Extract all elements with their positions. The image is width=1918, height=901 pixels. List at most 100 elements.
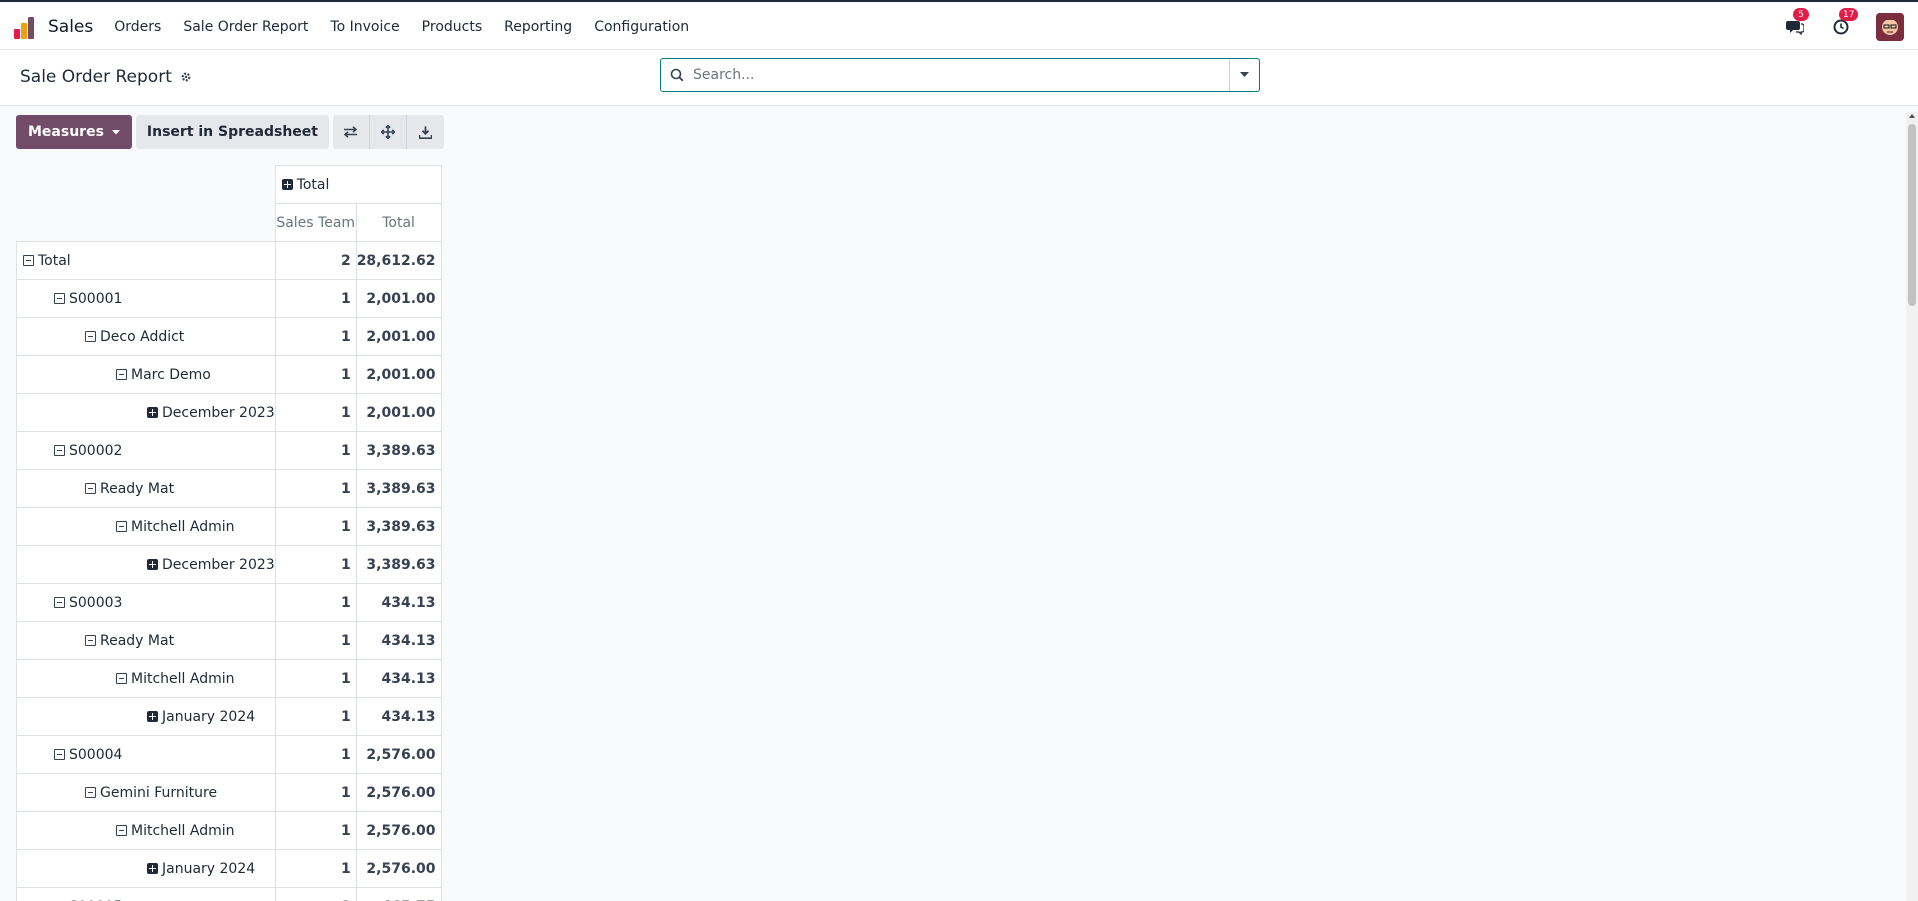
- pivot-row-header[interactable]: January 2024: [16, 697, 276, 736]
- collapse-minus-icon: [116, 824, 127, 836]
- caret-down-icon: [1240, 72, 1249, 77]
- measure-header-total[interactable]: Total: [355, 203, 442, 242]
- cell-sales-team[interactable]: 1: [274, 431, 357, 470]
- cell-sales-team[interactable]: 1: [274, 697, 357, 736]
- pivot-row-header[interactable]: S00005: [16, 887, 276, 901]
- cell-total[interactable]: 434.13: [355, 697, 442, 736]
- pivot-table-container: Total Sales Team Total Total 2 28,612.62 S0…: [16, 165, 442, 901]
- pivot-row-header[interactable]: Total: [16, 241, 276, 280]
- cell-sales-team[interactable]: 1: [274, 545, 357, 584]
- scroll-thumb[interactable]: [1908, 124, 1916, 306]
- cell-total[interactable]: 2,001.00: [355, 279, 442, 318]
- pivot-row: Mitchell Admin 1 434.13: [16, 659, 442, 698]
- pivot-row-header[interactable]: Gemini Furniture: [16, 773, 276, 812]
- pivot-row-header[interactable]: Mitchell Admin: [16, 659, 276, 698]
- pivot-row-header[interactable]: Mitchell Admin: [16, 507, 276, 546]
- cell-sales-team[interactable]: 1: [274, 393, 357, 432]
- collapse-minus-icon: [54, 596, 65, 608]
- expand-all-icon: [380, 125, 395, 139]
- pivot-row: December 2023 1 2,001.00: [16, 393, 442, 432]
- pivot-row-header[interactable]: S00001: [16, 279, 276, 318]
- cell-sales-team[interactable]: 1: [274, 621, 357, 660]
- pivot-row-label: Mitchell Admin: [131, 822, 235, 839]
- cell-total[interactable]: 434.13: [355, 659, 442, 698]
- menu-products[interactable]: Products: [411, 19, 493, 35]
- sales-app-icon[interactable]: [14, 15, 38, 39]
- menu-reporting[interactable]: Reporting: [493, 19, 583, 35]
- cell-sales-team[interactable]: 1: [274, 887, 357, 901]
- cell-total[interactable]: 3,389.63: [355, 507, 442, 546]
- vertical-scrollbar[interactable]: [1906, 112, 1918, 901]
- pivot-row-header[interactable]: Marc Demo: [16, 355, 276, 394]
- search-input[interactable]: [661, 59, 1229, 91]
- cell-sales-team[interactable]: 1: [274, 507, 357, 546]
- collapse-minus-icon: [85, 482, 96, 494]
- activities-button[interactable]: 17: [1830, 8, 1859, 38]
- cell-sales-team[interactable]: 1: [274, 773, 357, 812]
- collapse-minus-icon: [54, 444, 65, 456]
- expand-plus-icon: [281, 178, 293, 190]
- insert-in-spreadsheet-button[interactable]: Insert in Spreadsheet: [135, 115, 329, 149]
- pivot-row-header[interactable]: Mitchell Admin: [16, 811, 276, 850]
- collapse-minus-icon: [54, 292, 65, 304]
- menu-to-invoice[interactable]: To Invoice: [319, 19, 410, 35]
- cell-total[interactable]: 465.75: [355, 887, 442, 901]
- cell-sales-team[interactable]: 1: [274, 469, 357, 508]
- app-name[interactable]: Sales: [48, 17, 93, 37]
- pivot-row: S00001 1 2,001.00: [16, 279, 442, 318]
- flip-axis-button[interactable]: [332, 115, 370, 149]
- cell-total[interactable]: 2,001.00: [355, 317, 442, 356]
- measures-button[interactable]: Measures: [16, 115, 132, 149]
- scroll-up-arrow-icon[interactable]: [1909, 114, 1915, 118]
- cell-total[interactable]: 3,389.63: [355, 545, 442, 584]
- download-button[interactable]: [406, 115, 444, 149]
- pivot-row-label: S00003: [69, 594, 123, 611]
- pivot-row-label: Marc Demo: [131, 366, 211, 383]
- cell-sales-team[interactable]: 1: [274, 279, 357, 318]
- collapse-minus-icon: [85, 786, 96, 798]
- messages-button[interactable]: 5: [1784, 8, 1809, 38]
- cell-total[interactable]: 3,389.63: [355, 469, 442, 508]
- cell-total[interactable]: 2,576.00: [355, 735, 442, 774]
- menu-configuration[interactable]: Configuration: [583, 19, 700, 35]
- search-options-toggle[interactable]: [1229, 59, 1259, 91]
- cell-sales-team[interactable]: 1: [274, 583, 357, 622]
- measure-header-sales-team[interactable]: Sales Team: [274, 203, 357, 242]
- pivot-col-header-total[interactable]: Total: [274, 165, 442, 204]
- cell-total[interactable]: 434.13: [355, 621, 442, 660]
- cell-sales-team[interactable]: 2: [274, 241, 357, 280]
- menu-orders[interactable]: Orders: [103, 19, 172, 35]
- pivot-row-header[interactable]: Ready Mat: [16, 469, 276, 508]
- gear-icon[interactable]: [180, 71, 192, 83]
- cell-sales-team[interactable]: 1: [274, 849, 357, 888]
- flip-axis-icon: [344, 126, 358, 138]
- cell-total[interactable]: 2,001.00: [355, 355, 442, 394]
- pivot-row-header[interactable]: S00002: [16, 431, 276, 470]
- cell-total[interactable]: 2,576.00: [355, 773, 442, 812]
- pivot-row-header[interactable]: Deco Addict: [16, 317, 276, 356]
- cell-sales-team[interactable]: 1: [274, 317, 357, 356]
- caret-down-icon: [111, 129, 120, 134]
- user-avatar[interactable]: [1876, 13, 1904, 41]
- cell-total[interactable]: 434.13: [355, 583, 442, 622]
- cell-total[interactable]: 2,576.00: [355, 811, 442, 850]
- cell-sales-team[interactable]: 1: [274, 659, 357, 698]
- cell-sales-team[interactable]: 1: [274, 355, 357, 394]
- pivot-row-header[interactable]: S00004: [16, 735, 276, 774]
- pivot-row-header[interactable]: December 2023: [16, 545, 276, 584]
- expand-all-button[interactable]: [369, 115, 407, 149]
- pivot-row-header[interactable]: January 2024: [16, 849, 276, 888]
- pivot-row-header[interactable]: Ready Mat: [16, 621, 276, 660]
- pivot-row: December 2023 1 3,389.63: [16, 545, 442, 584]
- pivot-table: Total Sales Team Total Total 2 28,612.62 S0…: [16, 165, 442, 901]
- pivot-row-label: Mitchell Admin: [131, 670, 235, 687]
- menu-sale-order-report[interactable]: Sale Order Report: [172, 19, 319, 35]
- pivot-row-header[interactable]: S00003: [16, 583, 276, 622]
- cell-sales-team[interactable]: 1: [274, 811, 357, 850]
- cell-sales-team[interactable]: 1: [274, 735, 357, 774]
- cell-total[interactable]: 28,612.62: [355, 241, 442, 280]
- cell-total[interactable]: 2,576.00: [355, 849, 442, 888]
- cell-total[interactable]: 3,389.63: [355, 431, 442, 470]
- cell-total[interactable]: 2,001.00: [355, 393, 442, 432]
- pivot-row-header[interactable]: December 2023: [16, 393, 276, 432]
